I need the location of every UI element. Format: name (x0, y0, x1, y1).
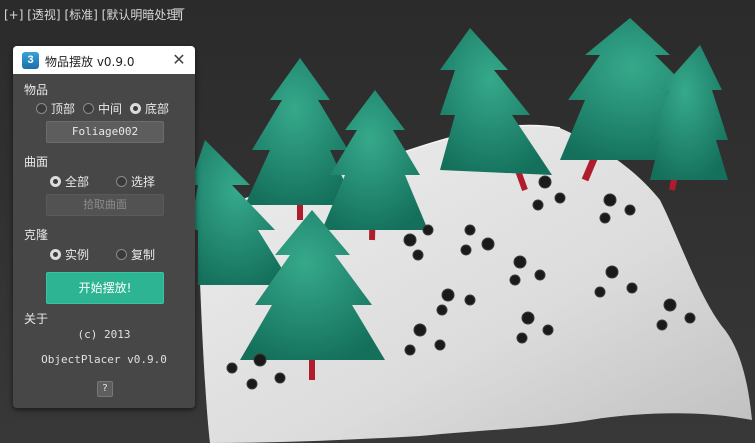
radio-all[interactable]: 全部 (50, 173, 89, 190)
radio-middle-circle[interactable] (83, 103, 94, 114)
object-pick-button[interactable]: Foliage002 (46, 121, 164, 143)
radio-top[interactable]: 顶部 (36, 100, 75, 117)
object-placer-dialog: 3 物品摆放 v0.9.0 ✕ 物品 顶部 中间 底部 Foliage002 曲… (13, 46, 195, 408)
radio-selection-label: 选择 (131, 175, 156, 189)
radio-middle[interactable]: 中间 (83, 100, 122, 117)
radio-instance[interactable]: 实例 (50, 246, 89, 263)
filter-icon[interactable] (172, 7, 186, 19)
radio-instance-circle[interactable] (50, 249, 61, 260)
radio-bottom-label: 底部 (145, 102, 170, 116)
radio-all-label: 全部 (65, 175, 90, 189)
about-section-label: 关于 (24, 312, 49, 326)
app-icon: 3 (22, 52, 39, 69)
radio-copy[interactable]: 复制 (116, 246, 155, 263)
clone-section-label: 克隆 (24, 228, 49, 242)
start-placement-button[interactable]: 开始摆放! (46, 272, 164, 304)
radio-copy-circle[interactable] (116, 249, 127, 260)
close-icon[interactable]: ✕ (170, 51, 188, 69)
radio-middle-label: 中间 (98, 102, 123, 116)
surface-section-label: 曲面 (24, 155, 49, 169)
radio-all-circle[interactable] (50, 176, 61, 187)
viewport-menu-standard[interactable]: [标准] (64, 8, 97, 22)
radio-copy-label: 复制 (131, 248, 156, 262)
dialog-titlebar[interactable]: 3 物品摆放 v0.9.0 ✕ (13, 46, 195, 74)
radio-instance-label: 实例 (65, 248, 90, 262)
copyright-text: (c) 2013 (77, 328, 131, 341)
help-button[interactable]: ? (97, 381, 113, 397)
viewport-label: [+] [透视] [标准] [默认明暗处理] (4, 6, 183, 23)
radio-bottom-circle[interactable] (130, 103, 141, 114)
radio-top-label: 顶部 (51, 102, 76, 116)
dialog-title: 物品摆放 v0.9.0 (45, 55, 135, 69)
radio-selection-circle[interactable] (116, 176, 127, 187)
pick-surface-button[interactable]: 拾取曲面 (46, 194, 164, 216)
viewport-menu-shading[interactable]: [默认明暗处理] (102, 8, 183, 22)
radio-top-circle[interactable] (36, 103, 47, 114)
radio-selection[interactable]: 选择 (116, 173, 155, 190)
radio-bottom[interactable]: 底部 (130, 100, 169, 117)
viewport-menu-perspective[interactable]: [透视] (27, 8, 60, 22)
viewport-menu-plus[interactable]: [+] (4, 8, 23, 22)
items-section-label: 物品 (24, 83, 49, 97)
version-text: ObjectPlacer v0.9.0 (41, 353, 167, 366)
